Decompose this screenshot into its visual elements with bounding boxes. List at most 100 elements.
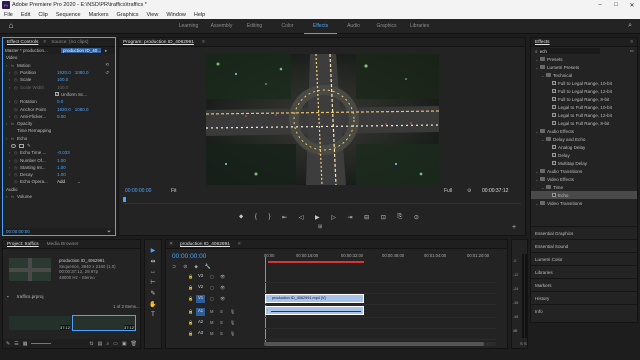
mark-in-button[interactable]: { xyxy=(255,214,257,222)
project-item-thumb-2[interactable]: 37:12 xyxy=(72,315,136,331)
snap-icon[interactable]: ⊃ xyxy=(172,264,176,270)
effects-item[interactable]: Legal to Full Range, 10-bit xyxy=(531,103,637,111)
microphone-icon[interactable]: 🎙 xyxy=(230,309,235,315)
solo-right-button[interactable]: S xyxy=(524,341,527,346)
mute-button[interactable]: M xyxy=(210,320,214,325)
sync-lock-icon[interactable]: ▢ xyxy=(210,274,214,279)
effects-item[interactable]: Analog Delay xyxy=(531,143,637,151)
collapsed-panel-tab[interactable]: Lumetri Color xyxy=(531,253,637,265)
playhead-marker[interactable] xyxy=(123,197,126,202)
tab-source[interactable]: Source: (no clips) xyxy=(47,40,92,45)
program-timecode[interactable]: 00:00:00:00 xyxy=(125,188,151,194)
effects-folder[interactable]: ⌄ Video Effects xyxy=(531,175,637,183)
workspace-libraries[interactable]: Libraries xyxy=(403,19,436,34)
export-frame-button[interactable]: ⎘ xyxy=(397,214,402,222)
solo-button[interactable]: S xyxy=(220,320,223,325)
clip-label[interactable]: production ID_40... xyxy=(61,48,101,54)
effects-item[interactable]: Echo xyxy=(531,191,637,199)
workspace-graphics[interactable]: Graphics xyxy=(370,19,403,34)
lock-icon[interactable]: 🔒 xyxy=(188,274,193,280)
workspace-audio[interactable]: Audio xyxy=(337,19,370,34)
starting-intensity-value[interactable]: 1.00 xyxy=(57,165,66,170)
resolution-select[interactable]: Full xyxy=(444,188,452,194)
menu-window[interactable]: Window xyxy=(162,12,190,18)
sync-lock-icon[interactable]: ▢ xyxy=(210,296,214,301)
workspace-assembly[interactable]: Assembly xyxy=(205,19,238,34)
track-name[interactable]: A2 xyxy=(196,319,205,327)
menu-help[interactable]: Help xyxy=(190,12,209,18)
program-scrub-bar[interactable] xyxy=(123,196,521,204)
track-name[interactable]: V2 xyxy=(196,284,205,292)
chevron-down-icon[interactable]: ⌄ xyxy=(77,179,81,185)
menu-sequence[interactable]: Sequence xyxy=(52,12,85,18)
position-y-value[interactable]: 1080.0 xyxy=(75,70,89,75)
volume-effect-row[interactable]: › fx Volume xyxy=(3,193,115,200)
collapsed-panel-tab[interactable]: Essential Graphics xyxy=(531,227,637,239)
clip-preview-thumbnail[interactable] xyxy=(9,258,51,281)
new-item-icon[interactable]: ▣ xyxy=(122,341,127,347)
eye-icon[interactable]: 👁 xyxy=(220,296,225,302)
program-video-frame[interactable] xyxy=(206,54,439,185)
effects-folder[interactable]: ⌄ Lumetri Presets xyxy=(531,63,637,71)
rectangle-mask-icon[interactable] xyxy=(19,143,24,148)
timeline-zoom-scrollbar[interactable] xyxy=(264,342,496,346)
menu-file[interactable]: File xyxy=(0,12,17,18)
maximize-button[interactable]: □ xyxy=(608,2,624,9)
scale-value[interactable]: 100.0 xyxy=(57,77,68,82)
track-name[interactable]: A3 xyxy=(196,330,205,338)
menu-edit[interactable]: Edit xyxy=(17,12,34,18)
sync-lock-icon[interactable]: ▢ xyxy=(210,285,214,290)
echo-time-value[interactable]: -0.033 xyxy=(57,150,70,155)
collapsed-panel-tab[interactable]: History xyxy=(531,292,637,304)
ripple-edit-tool-icon[interactable]: ↔ xyxy=(150,269,156,275)
effects-folder[interactable]: ⌄ Audio Effects xyxy=(531,127,637,135)
transform-icon[interactable]: ⟲ xyxy=(105,62,109,68)
workspace-editing[interactable]: Editing xyxy=(238,19,271,34)
sort-icon[interactable]: ⇅ xyxy=(89,341,93,347)
rotation-value[interactable]: 0.0 xyxy=(57,99,63,104)
reset-icon[interactable]: ↺ xyxy=(105,70,109,76)
linked-selection-icon[interactable]: ⊘ xyxy=(183,264,187,270)
tab-project[interactable]: Project: traffics xyxy=(3,242,43,247)
comparison-view-button[interactable]: ⊙ xyxy=(414,214,419,222)
collapsed-panel-tab[interactable]: Markers xyxy=(531,279,637,291)
settings-icon[interactable]: ⚙ xyxy=(467,188,471,194)
echo-operator-select[interactable]: Add xyxy=(57,179,77,184)
collapsed-panel-tab[interactable]: Libraries xyxy=(531,266,637,278)
effects-folder[interactable]: ⌄ Presets xyxy=(531,55,637,63)
ellipse-mask-icon[interactable] xyxy=(11,143,16,148)
project-item-thumb-1[interactable]: 37:12 xyxy=(9,316,71,330)
master-label[interactable]: Master * production... xyxy=(5,48,61,53)
workspace-color[interactable]: Color xyxy=(271,19,304,34)
solo-button[interactable]: S xyxy=(220,309,223,314)
panel-menu-icon[interactable]: ≡ xyxy=(234,242,245,247)
add-marker-icon[interactable]: ⬥ xyxy=(194,264,198,270)
timeline-timecode[interactable]: 00:00:00:00 xyxy=(172,253,206,260)
anchor-x-value[interactable]: 1920.0 xyxy=(57,107,71,112)
opacity-effect-row[interactable]: › fx Opacity xyxy=(3,120,115,127)
button-editor-icon[interactable]: + xyxy=(512,224,516,231)
mute-button[interactable]: M xyxy=(210,309,214,314)
solo-left-button[interactable]: S xyxy=(520,341,523,346)
menu-clip[interactable]: Clip xyxy=(34,12,51,18)
effects-folder[interactable]: ⌄ Delay and Echo xyxy=(531,135,637,143)
eye-icon[interactable]: 👁 xyxy=(220,285,225,291)
search-icon[interactable]: ⌕ xyxy=(628,22,632,30)
timeline-ruler[interactable]: 00:00 00:00:16:00 00:00:32:00 00:00:48:0… xyxy=(264,253,502,265)
video-clip[interactable]: ▪ production ID_4062991.mp4 [V] xyxy=(265,294,364,303)
automate-icon[interactable]: ▤ xyxy=(98,341,103,347)
effects-item[interactable]: Delay xyxy=(531,151,637,159)
go-to-out-button[interactable]: ⇥ xyxy=(348,214,353,222)
audio-clip[interactable]: ▪ xyxy=(265,306,364,315)
effects-folder[interactable]: ⌄ Video Transitions xyxy=(531,199,637,207)
workspace-learning[interactable]: Learning xyxy=(172,19,205,34)
insert-button[interactable]: ⊞ xyxy=(318,224,322,230)
step-forward-button[interactable]: ▷ xyxy=(331,214,336,222)
trash-icon[interactable]: 🗑 xyxy=(131,341,137,347)
collapsed-panel-tab[interactable]: Essential Sound xyxy=(531,240,637,252)
track-select-tool-icon[interactable]: ⇹ xyxy=(150,258,155,265)
lock-icon[interactable]: 🔒 xyxy=(188,285,193,291)
new-bin-icon[interactable]: ▭ xyxy=(113,341,118,347)
track-name[interactable]: V3 xyxy=(196,273,205,281)
effects-folder[interactable]: ⌄ Technical xyxy=(531,71,637,79)
